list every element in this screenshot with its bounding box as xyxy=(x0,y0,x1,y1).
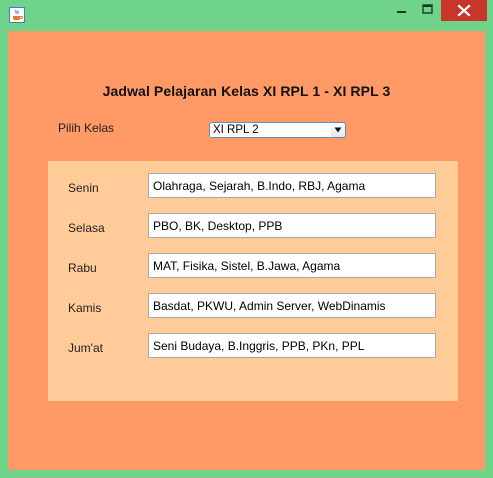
jumat-field[interactable] xyxy=(148,333,436,358)
close-button[interactable] xyxy=(441,0,487,21)
main-content: Jadwal Pelajaran Kelas XI RPL 1 - XI RPL… xyxy=(8,31,485,470)
rabu-field[interactable] xyxy=(148,253,436,278)
day-label-rabu: Rabu xyxy=(68,261,97,275)
class-selector-label: Pilih Kelas xyxy=(58,121,115,135)
day-label-selasa: Selasa xyxy=(68,221,105,235)
schedule-panel: Senin Selasa Rabu Kamis Jum'at xyxy=(48,161,458,401)
class-selector-dropdown[interactable]: XI RPL 2 xyxy=(209,122,346,138)
chevron-down-icon[interactable] xyxy=(332,124,344,136)
day-label-kamis: Kamis xyxy=(68,301,102,315)
minimize-icon xyxy=(397,11,406,13)
java-cup-icon[interactable] xyxy=(9,7,25,23)
selasa-field[interactable] xyxy=(148,213,436,238)
minimize-button[interactable] xyxy=(388,0,414,21)
senin-field[interactable] xyxy=(148,173,436,198)
page-title: Jadwal Pelajaran Kelas XI RPL 1 - XI RPL… xyxy=(102,83,391,99)
day-label-jumat: Jum'at xyxy=(68,341,103,355)
maximize-button[interactable] xyxy=(414,0,441,21)
close-icon xyxy=(457,4,471,17)
maximize-icon xyxy=(422,4,433,14)
day-label-senin: Senin xyxy=(68,181,99,195)
class-selector-value: XI RPL 2 xyxy=(210,124,331,137)
kamis-field[interactable] xyxy=(148,293,436,318)
app-window: Jadwal Pelajaran Kelas XI RPL 1 - XI RPL… xyxy=(0,0,493,478)
title-bar[interactable] xyxy=(0,0,493,30)
